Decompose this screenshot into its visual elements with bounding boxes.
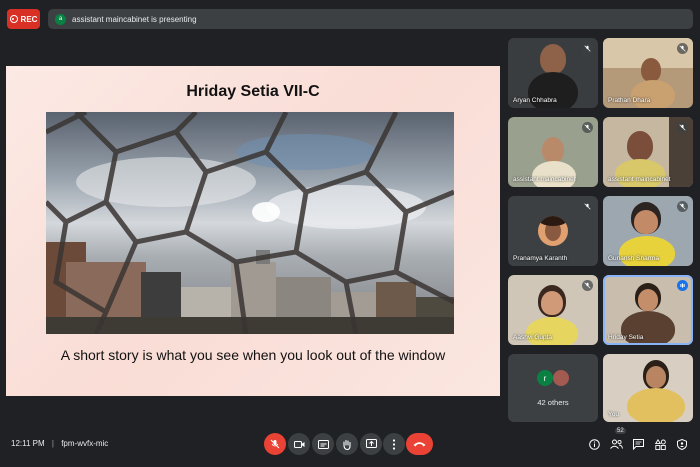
present-screen-button[interactable]	[360, 433, 382, 455]
participant-video	[627, 131, 653, 161]
sky-through-net-image	[46, 112, 454, 334]
participant-tile[interactable]: assistant maincabinet	[508, 117, 598, 187]
more-options-button[interactable]	[383, 433, 405, 455]
participant-name: assistant maincabinet	[608, 176, 671, 183]
participant-name: Prathan Dhara	[608, 97, 651, 104]
participant-name: assistant maincabinet	[513, 176, 576, 183]
slide-title: Hriday Setia VII-C	[186, 83, 320, 100]
speaking-indicator-icon	[677, 280, 688, 291]
mic-off-icon	[582, 43, 593, 54]
participant-name: Aashvi Gupta	[513, 334, 553, 341]
mic-off-icon	[677, 201, 688, 212]
mic-off-icon	[582, 122, 593, 133]
others-count-label: 42 others	[537, 398, 569, 407]
people-count-badge: 52	[615, 428, 626, 434]
presentation-stage[interactable]: Hriday Setia VII-C A short story is what…	[6, 66, 500, 396]
people-button[interactable]	[608, 436, 624, 452]
end-call-button[interactable]	[406, 433, 433, 455]
others-tile[interactable]: r 42 others	[508, 354, 598, 422]
participant-name: Aryan Chhabra	[513, 97, 557, 104]
participant-avatar	[538, 216, 568, 246]
present-icon	[365, 439, 377, 448]
people-icon	[609, 439, 623, 449]
info-icon	[588, 438, 600, 450]
current-time: 12:11 PM	[11, 439, 45, 448]
host-controls-button[interactable]	[674, 436, 690, 452]
participant-tile[interactable]: Prathan Dhara	[603, 38, 693, 108]
raise-hand-button[interactable]	[336, 433, 358, 455]
hang-up-icon	[413, 442, 426, 447]
captions-icon	[317, 439, 329, 449]
others-avatar: r	[537, 370, 553, 386]
presenter-avatar: a	[55, 13, 66, 25]
mic-off-icon	[270, 439, 280, 449]
shield-icon	[677, 438, 687, 450]
top-bar: REC a assistant maincabinet is presentin…	[0, 0, 700, 36]
mic-off-icon	[582, 201, 593, 212]
participant-name: Pranamya Karanth	[513, 255, 568, 262]
participant-tile[interactable]: Aryan Chhabra	[508, 38, 598, 108]
bottom-control-bar: 12:11 PM | fpm-wvfx-mic 52	[0, 423, 700, 467]
meeting-info: 12:11 PM | fpm-wvfx-mic	[11, 439, 108, 448]
chat-icon	[632, 438, 644, 450]
participant-video	[542, 137, 564, 163]
separator: |	[51, 439, 54, 448]
participant-tile[interactable]: Pranamya Karanth	[508, 196, 598, 266]
participant-video	[641, 58, 661, 82]
mic-toggle-button[interactable]	[264, 433, 286, 455]
participant-tile[interactable]: Aashvi Gupta	[508, 275, 598, 345]
camera-toggle-button[interactable]	[288, 433, 310, 455]
camera-icon	[293, 440, 304, 448]
participant-name: Gunansh Sharma	[608, 255, 659, 262]
participant-name: Hriday Setia	[608, 334, 644, 341]
mic-off-icon	[582, 280, 593, 291]
hand-icon	[343, 439, 351, 450]
meeting-code[interactable]: fpm-wvfx-mic	[61, 439, 108, 448]
participant-tile[interactable]: assistant maincabinet	[603, 117, 693, 187]
shapes-icon	[654, 438, 666, 450]
participant-tile-active-speaker[interactable]: Hriday Setia	[603, 275, 693, 345]
presenting-text: assistant maincabinet is presenting	[72, 14, 197, 24]
more-vertical-icon	[392, 438, 396, 450]
self-view-tile[interactable]: You	[603, 354, 693, 422]
chat-button[interactable]	[630, 436, 646, 452]
captions-button[interactable]	[312, 433, 334, 455]
mic-off-icon	[677, 43, 688, 54]
others-avatar-photo	[553, 370, 569, 386]
mic-off-icon	[677, 122, 688, 133]
recording-indicator[interactable]: REC	[7, 9, 40, 29]
record-icon	[9, 15, 18, 23]
presenting-banner[interactable]: a assistant maincabinet is presenting	[48, 9, 693, 29]
participant-video	[540, 44, 566, 74]
recording-label: REC	[20, 14, 38, 24]
participant-tile[interactable]: Gunansh Sharma	[603, 196, 693, 266]
activities-button[interactable]	[652, 436, 668, 452]
slide-photo	[46, 112, 454, 334]
slide-caption: A short story is what you see when you l…	[60, 347, 446, 363]
meeting-details-button[interactable]	[586, 436, 602, 452]
self-name: You	[608, 411, 619, 418]
